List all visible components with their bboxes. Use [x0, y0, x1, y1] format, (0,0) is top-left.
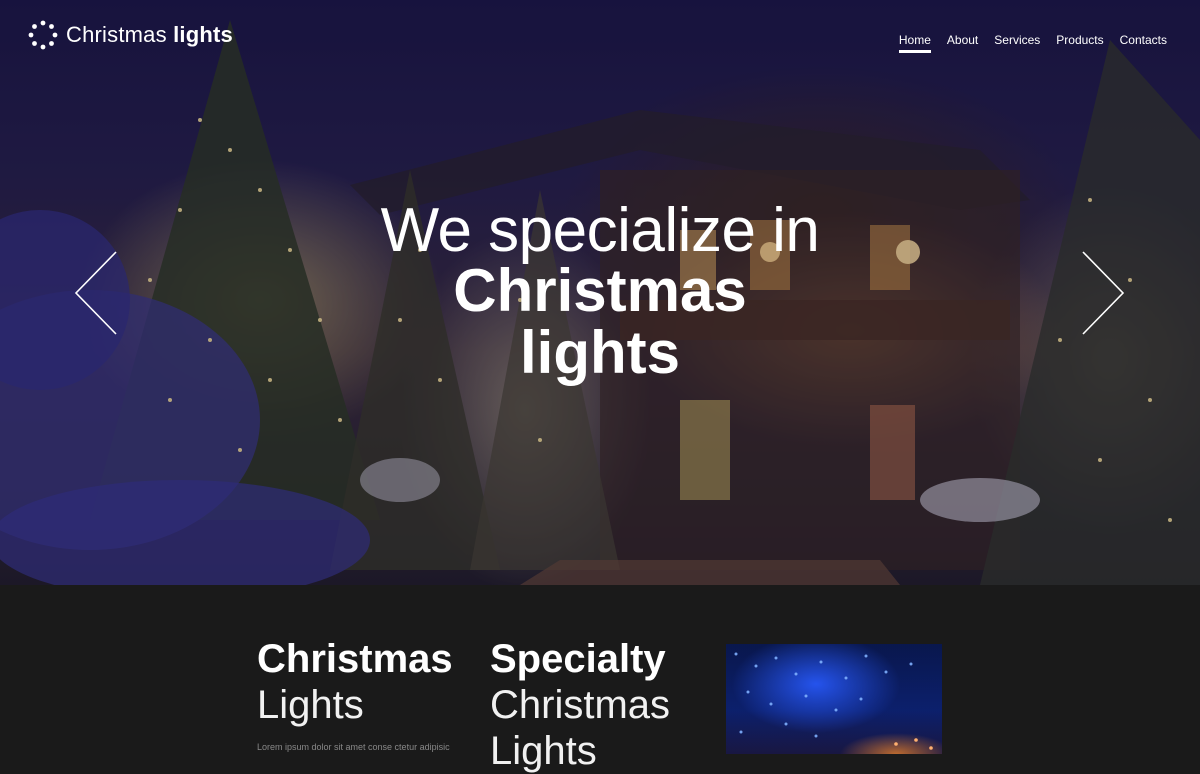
brand-name-light: Christmas [66, 22, 167, 47]
feature-subtitle-2: Lights [490, 729, 597, 773]
feature-subtitle: Lights [257, 683, 364, 727]
hero-heading-line2: Christmas [453, 257, 747, 324]
feature-subtitle: Christmas [490, 683, 671, 727]
feature-column-christmas-lights: Christmas Lights [257, 636, 453, 728]
nav-products[interactable]: Products [1056, 33, 1103, 51]
feature-title: Christmas [257, 637, 453, 681]
christmas-lights-photo[interactable] [726, 644, 942, 754]
chevron-right-icon[interactable] [1080, 250, 1126, 336]
feature-description: Lorem ipsum dolor sit amet conse ctetur … [257, 742, 450, 752]
nav-about[interactable]: About [947, 33, 978, 51]
brand-name-bold: lights [173, 22, 233, 47]
feature-title: Specialty [490, 637, 666, 681]
nav-home[interactable]: Home [898, 33, 931, 53]
chevron-left-icon[interactable] [73, 250, 119, 336]
lights-ring-icon [28, 20, 58, 50]
photo-lights-pattern [734, 652, 933, 750]
logo[interactable]: Christmas lights [28, 20, 233, 50]
nav-contacts[interactable]: Contacts [1120, 33, 1167, 51]
brand-name: Christmas lights [66, 22, 233, 48]
hero-heading-line3: lights [520, 319, 680, 386]
feature-column-specialty: Specialty Christmas Lights [490, 636, 670, 774]
hero-heading-line1: We specialize in [380, 196, 820, 265]
main-nav: Home About Services Products Contacts [898, 33, 1167, 53]
nav-services[interactable]: Services [994, 33, 1040, 51]
hero-slider: Christmas lights Home About Services Pro… [0, 0, 1200, 585]
